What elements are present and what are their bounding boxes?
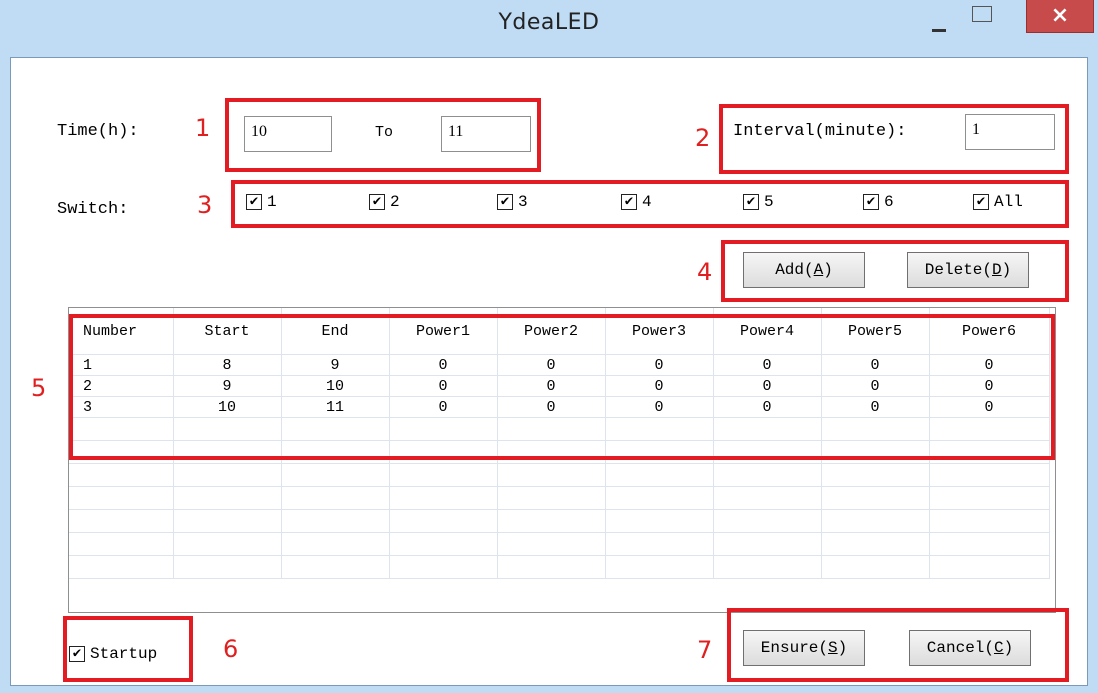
time-label: Time(h):	[57, 122, 139, 141]
cancel-button[interactable]: Cancel(C)	[909, 630, 1031, 666]
dialog-client-area: Time(h): 1 10 To 11 2 Interval(minute): …	[10, 57, 1088, 686]
minimize-button[interactable]	[914, 10, 964, 40]
maximize-button[interactable]	[966, 0, 1000, 28]
switch-checkbox-all[interactable]: ✔ All	[973, 192, 1023, 212]
to-label: To	[375, 124, 394, 141]
checkbox-check-icon: ✔	[863, 194, 879, 210]
empty-row	[69, 555, 1050, 579]
switch-checkbox-1[interactable]: ✔ 1	[246, 192, 277, 212]
time-to-input[interactable]: 11	[441, 116, 531, 152]
annotation-box-5	[69, 314, 1055, 460]
annotation-4: 4	[697, 258, 713, 286]
checkbox-check-icon: ✔	[743, 194, 759, 210]
checkbox-check-icon: ✔	[973, 194, 989, 210]
switch-checkbox-6[interactable]: ✔ 6	[863, 192, 894, 212]
checkbox-check-icon: ✔	[497, 194, 513, 210]
close-icon: ×	[1050, 3, 1070, 28]
checkbox-check-icon: ✔	[621, 194, 637, 210]
delete-button[interactable]: Delete(D)	[907, 252, 1029, 288]
empty-row	[69, 532, 1050, 556]
empty-row	[69, 463, 1050, 487]
switch-checkbox-5[interactable]: ✔ 5	[743, 192, 774, 212]
switch-label: Switch:	[57, 200, 129, 219]
ensure-button[interactable]: Ensure(S)	[743, 630, 865, 666]
interval-input[interactable]: 1	[965, 114, 1055, 150]
interval-label: Interval(minute):	[733, 122, 907, 141]
empty-row	[69, 509, 1050, 533]
time-from-input[interactable]: 10	[244, 116, 332, 152]
annotation-7: 7	[697, 636, 713, 664]
annotation-1: 1	[195, 114, 211, 142]
close-button[interactable]: ×	[1026, 0, 1094, 33]
annotation-6: 6	[223, 635, 239, 663]
switch-checkbox-2[interactable]: ✔ 2	[369, 192, 400, 212]
startup-checkbox[interactable]: ✔ Startup	[69, 644, 157, 664]
add-button[interactable]: Add(A)	[743, 252, 865, 288]
checkbox-check-icon: ✔	[69, 646, 85, 662]
annotation-2: 2	[695, 124, 711, 152]
checkbox-check-icon: ✔	[246, 194, 262, 210]
checkbox-check-icon: ✔	[369, 194, 385, 210]
annotation-3: 3	[197, 191, 213, 219]
annotation-5: 5	[31, 374, 47, 402]
switch-checkbox-4[interactable]: ✔ 4	[621, 192, 652, 212]
empty-row	[69, 486, 1050, 510]
window-frame: YdeaLED × Time(h): 1 10 To 11 2 Interval…	[0, 0, 1098, 693]
switch-checkbox-3[interactable]: ✔ 3	[497, 192, 528, 212]
